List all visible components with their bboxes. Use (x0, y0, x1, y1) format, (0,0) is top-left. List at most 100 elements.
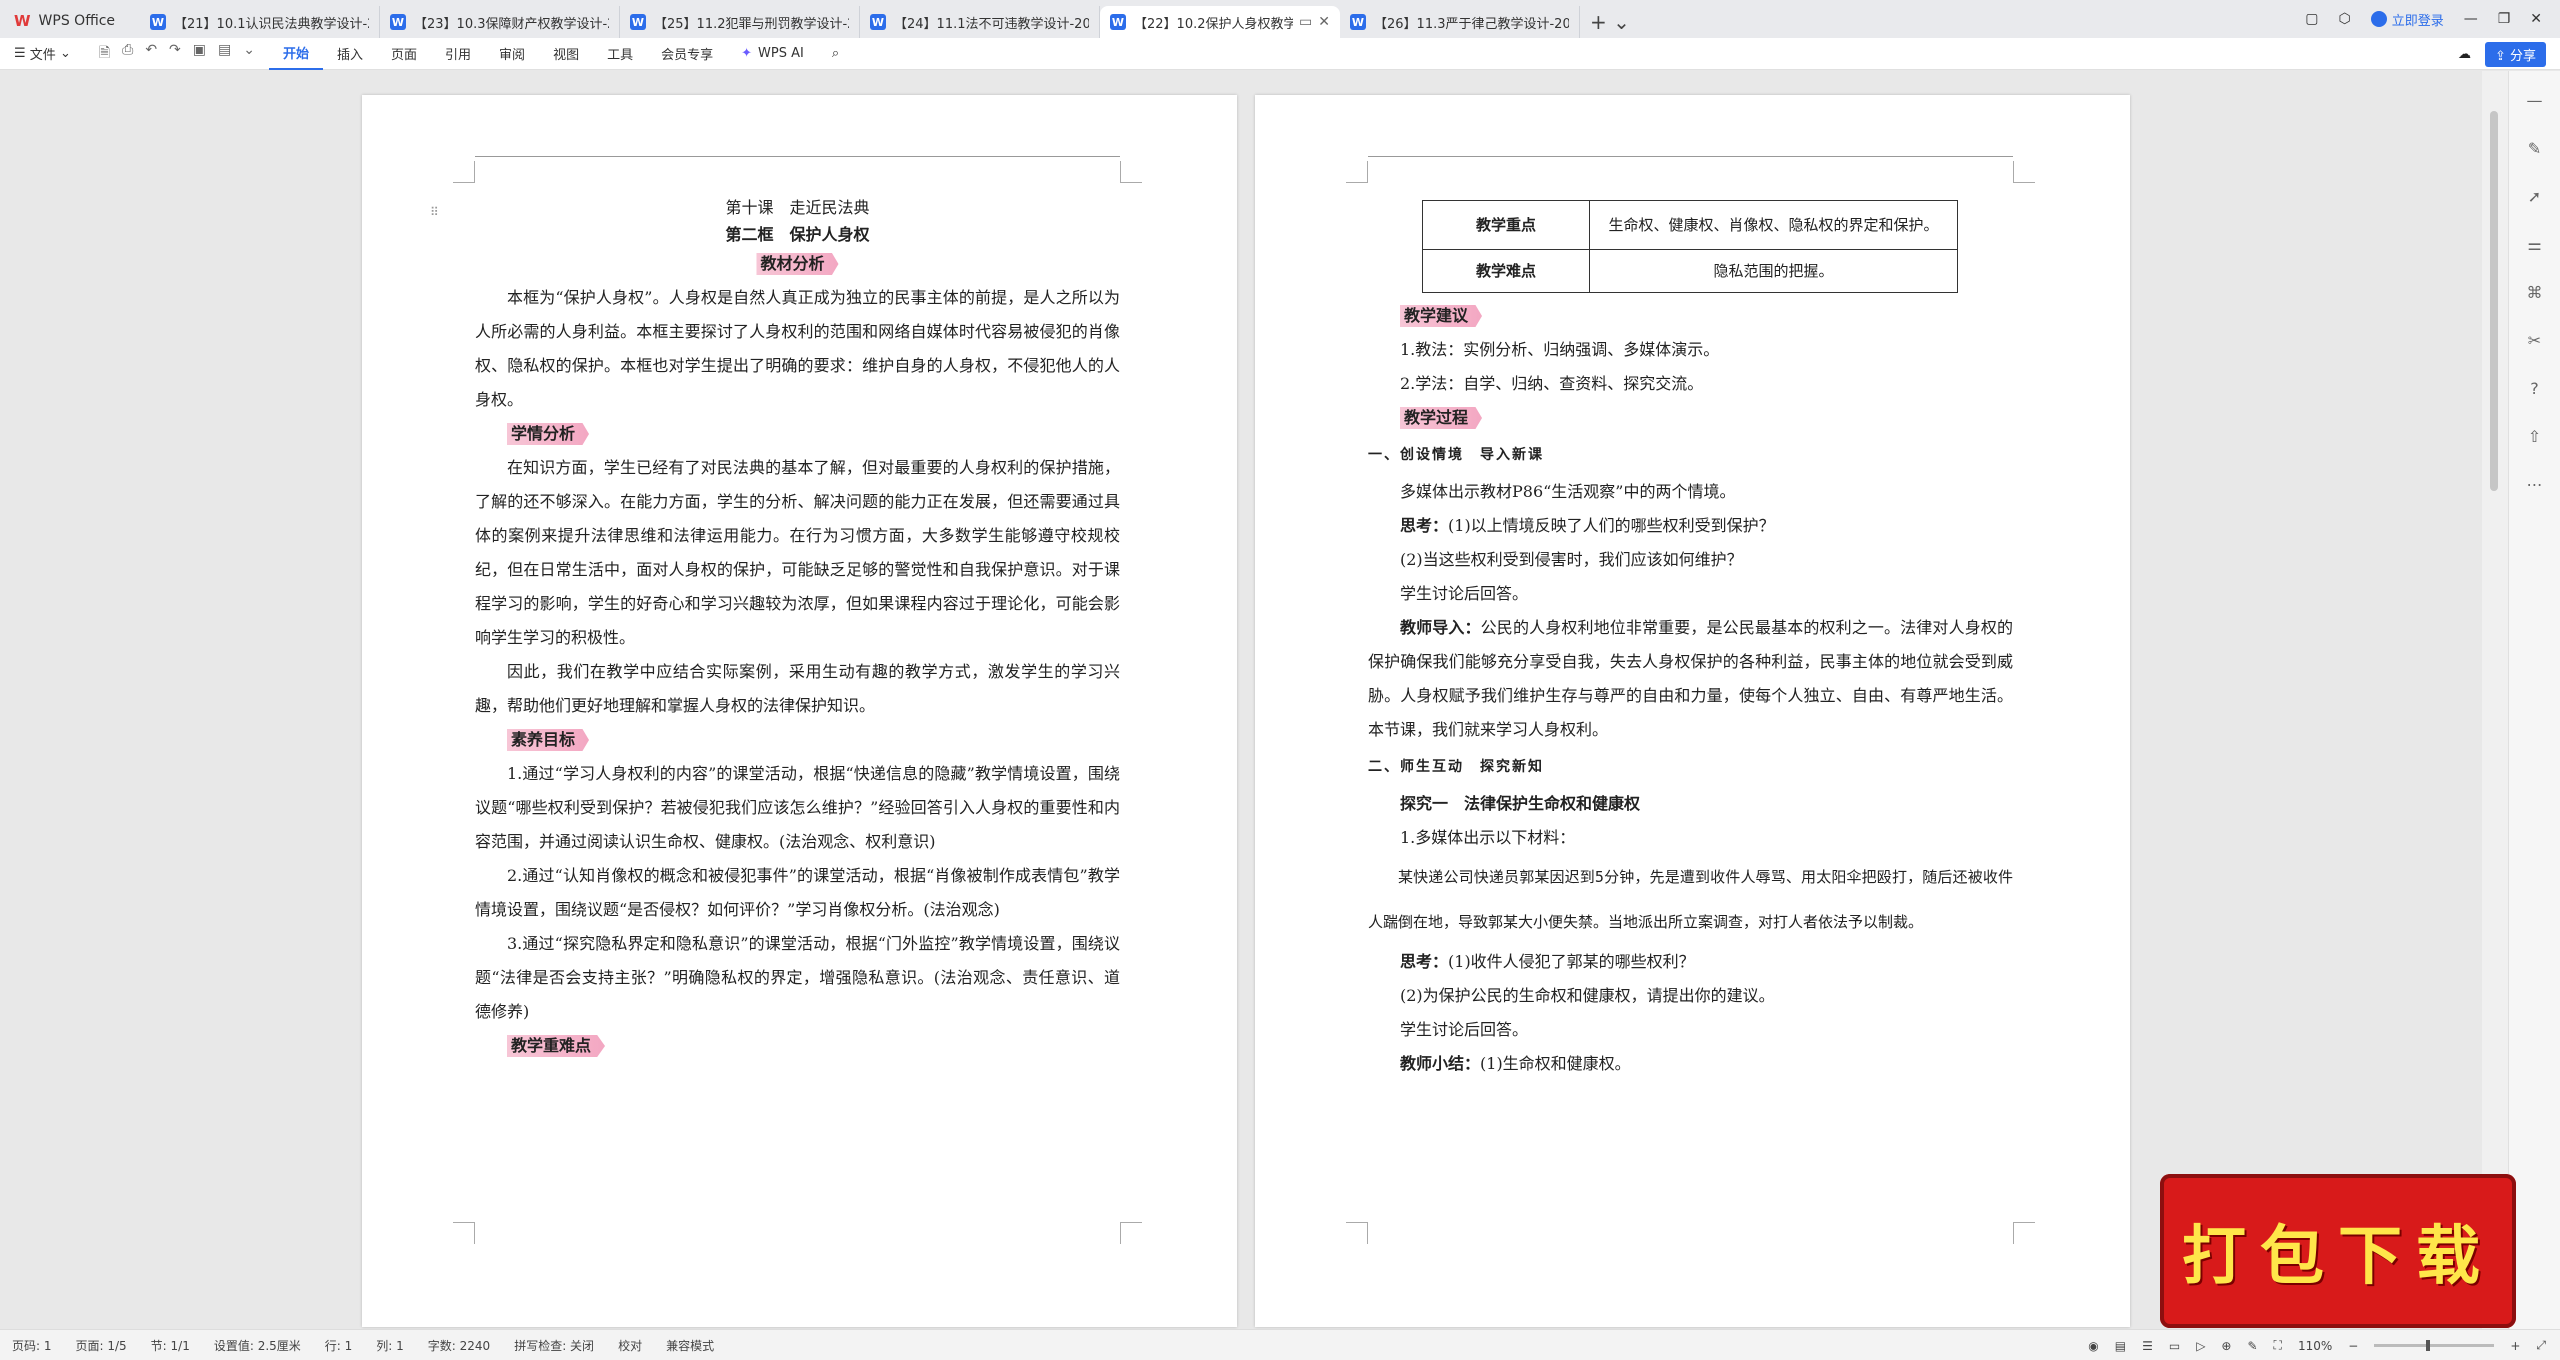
tab-review[interactable]: 审阅 (485, 38, 539, 70)
ribbon-right: ☁ ⇪ 分享 (2458, 38, 2546, 70)
status-section: 节: 1/1 (150, 1338, 190, 1353)
new-tab-plus-icon[interactable]: + ⌄ (1580, 10, 1640, 38)
wps-ai-button[interactable]: ✦ WPS AI (727, 38, 818, 70)
fit-page-icon[interactable]: ⛶ (2274, 1338, 2282, 1353)
status-spell-check[interactable]: 拼写检查: 关闭 (502, 1337, 606, 1354)
section-heading: 学情分析 (507, 423, 590, 445)
paragraph-text: (1)以上情境反映了人们的哪些权利受到保护？ (1448, 516, 1775, 535)
paragraph-text: (1)生命权和健康权。 (1480, 1054, 1631, 1073)
step-heading: 一、创设情境 导入新课 (1368, 447, 1544, 463)
menu-icon[interactable]: ☰ 文件 ⌄ (0, 38, 85, 70)
scrollbar-thumb[interactable] (2490, 111, 2498, 491)
doc-tab-21[interactable]: W 【21】10.1认识民法典教学设计-2024 (140, 6, 380, 38)
help-icon[interactable]: ? (2530, 379, 2539, 398)
tab-references[interactable]: 引用 (431, 38, 485, 70)
status-word-count[interactable]: 字数: 2240 (416, 1337, 502, 1354)
minimize-icon[interactable]: — (2464, 11, 2478, 27)
status-col: 列: 1 (376, 1338, 404, 1353)
page-view-icon[interactable]: ▤ (2115, 1339, 2126, 1353)
lesson-subtitle: 第二框 保护人身权 (725, 225, 870, 244)
tab-home[interactable]: 开始 (268, 38, 323, 70)
web-view-icon[interactable]: ⊕ (2221, 1339, 2231, 1353)
tab-page[interactable]: 页面 (377, 38, 431, 70)
translate-icon[interactable]: ⌘ (2527, 283, 2543, 302)
more-dropdown-icon[interactable]: ⌄ (243, 42, 255, 66)
paragraph: 思考：(1)收件人侵犯了郭某的哪些权利？ (1368, 945, 2013, 979)
tab-label: 【21】10.1认识民法典教学设计-2024 (174, 16, 369, 32)
pen-icon[interactable]: ✎ (2528, 139, 2541, 158)
window-layout-icon[interactable]: ▢ (2305, 11, 2318, 27)
more-icon[interactable]: ⋯ (2527, 475, 2543, 494)
share-cloud-icon[interactable]: ⇧ (2528, 427, 2541, 446)
login-button[interactable]: 立即登录 (2370, 10, 2444, 29)
tab-insert[interactable]: 插入 (323, 38, 377, 70)
zoom-slider[interactable] (2374, 1340, 2495, 1351)
undo-icon[interactable]: ↶ (145, 42, 157, 66)
doc-tab-24[interactable]: W 【24】11.1法不可违教学设计-2024 (860, 6, 1100, 38)
download-badge-text: 打包下载 (2182, 1219, 2494, 1294)
avatar-icon (2370, 11, 2387, 27)
print-icon[interactable]: ⎙ (122, 42, 133, 66)
doc-tab-22-active[interactable]: W 【22】10.2保护人身权教学设计 ▭ ✕ (1100, 6, 1340, 38)
tab-bar: W WPS Office W 【21】10.1认识民法典教学设计-2024 W 【2… (0, 0, 2560, 38)
status-compat-mode: 兼容模式 (666, 1338, 715, 1353)
lead-label: 思考： (1400, 952, 1449, 971)
wps-logo-icon: W (14, 12, 31, 30)
format-painter-icon[interactable]: ▣ (193, 42, 206, 66)
zoom-level[interactable]: 110% (2298, 1339, 2332, 1353)
status-pages[interactable]: 页面: 1/5 (64, 1337, 139, 1354)
outline-view-icon[interactable]: ☰ (2142, 1339, 2153, 1353)
cloud-sync-icon[interactable]: ☁ (2458, 47, 2471, 62)
drag-handle-icon[interactable]: ⠿ (430, 205, 439, 219)
document-page-2[interactable]: 教学重点 生命权、健康权、肖像权、隐私权的界定和保护。 教学难点 隐私范围的把握… (1255, 95, 2130, 1327)
monitor-icon[interactable]: ▭ (1299, 14, 1312, 30)
save-icon[interactable]: 🗎 (99, 42, 110, 66)
doc-tab-26[interactable]: W 【26】11.3严于律己教学设计-2024 (1340, 6, 1580, 38)
select-cursor-icon[interactable]: ➚ (2528, 187, 2541, 206)
close-window-icon[interactable]: ✕ (2530, 11, 2542, 27)
fullscreen-icon[interactable]: ⤢ (2536, 1338, 2546, 1353)
lead-label: 教师小结： (1400, 1054, 1481, 1073)
doc-tab-25[interactable]: W 【25】11.2犯罪与刑罚教学设计-2024 (620, 6, 860, 38)
paragraph: 1.通过“学习人身权利的内容”的课堂活动，根据“快递信息的隐藏”教学情境设置，围… (475, 764, 1120, 851)
paragraph: 3.通过“探究隐私界定和隐私意识”的课堂活动，根据“门外监控”教学情境设置，围绕… (475, 934, 1120, 1021)
document-page-1[interactable]: ⠿ 第十课 走近民法典 第二框 保护人身权 教材分析 本框为“保护人身权”。人身… (362, 95, 1237, 1327)
image-icon[interactable]: ▤ (218, 42, 231, 66)
tab-label: 【24】11.1法不可违教学设计-2024 (894, 16, 1089, 32)
tools-icon[interactable]: ✂ (2528, 331, 2541, 350)
redo-icon[interactable]: ↷ (169, 42, 181, 66)
tab-tools[interactable]: 工具 (593, 38, 647, 70)
doc-tab-23[interactable]: W 【23】10.3保障财产权教学设计-2024 (380, 6, 620, 38)
vertical-scrollbar[interactable] (2482, 71, 2508, 1329)
header-line (475, 156, 1120, 157)
zoom-out-icon[interactable]: − (2348, 1339, 2358, 1353)
status-page-number[interactable]: 页码: 1 (0, 1337, 64, 1354)
section-heading: 素养目标 (507, 729, 590, 751)
crop-mark (1346, 161, 1368, 183)
app-name: WPS Office (38, 13, 116, 29)
cube-icon[interactable]: ⬡ (2338, 11, 2350, 27)
status-proofread[interactable]: 校对 (606, 1337, 654, 1354)
tab-member[interactable]: 会员专享 (647, 38, 727, 70)
word-doc-icon: W (1110, 14, 1126, 30)
close-tab-icon[interactable]: ✕ (1318, 14, 1330, 30)
play-icon[interactable]: ▷ (2196, 1339, 2205, 1353)
share-button[interactable]: ⇪ 分享 (2484, 41, 2546, 67)
wps-home-tab[interactable]: W WPS Office (0, 4, 140, 38)
search-icon[interactable]: ⌕ (818, 38, 853, 70)
lead-label: 思考： (1400, 516, 1449, 535)
settings-sliders-icon[interactable]: ⚌ (2527, 235, 2541, 254)
restore-icon[interactable]: ❐ (2498, 11, 2511, 27)
ribbon: ☰ 文件 ⌄ 🗎 ⎙ ↶ ↷ ▣ ▤ ⌄ 开始 插入 页面 引用 审阅 视图 工… (0, 38, 2560, 70)
paragraph: 在知识方面，学生已经有了对民法典的基本了解，但对最重要的人身权利的保护措施，了解… (475, 458, 1120, 647)
zoom-in-icon[interactable]: + (2510, 1339, 2520, 1353)
write-mode-icon[interactable]: ✎ (2247, 1339, 2257, 1353)
download-badge[interactable]: 打包下载 (2160, 1174, 2516, 1328)
collapse-icon[interactable]: — (2527, 91, 2543, 110)
read-mode-icon[interactable]: ▭ (2169, 1339, 2180, 1353)
right-sidebar: — ✎ ➚ ⚌ ⌘ ✂ ? ⇧ ⋯ (2508, 71, 2560, 1329)
crop-mark (453, 1222, 475, 1244)
eye-protect-icon[interactable]: ◉ (2088, 1339, 2098, 1353)
zoom-slider-knob[interactable] (2426, 1340, 2431, 1351)
tab-view[interactable]: 视图 (539, 38, 593, 70)
